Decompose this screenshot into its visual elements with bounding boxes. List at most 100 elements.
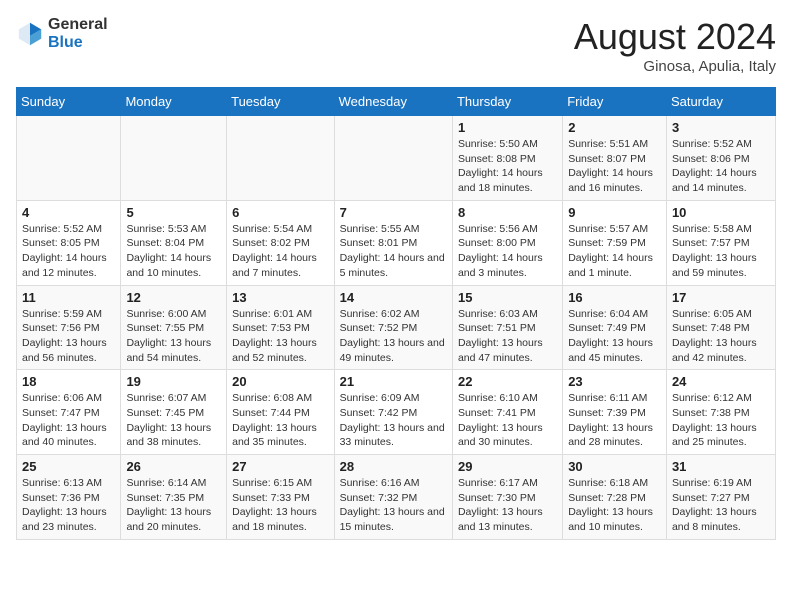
day-number: 27 xyxy=(232,459,328,474)
calendar-cell: 11Sunrise: 5:59 AM Sunset: 7:56 PM Dayli… xyxy=(17,285,121,370)
calendar-cell: 18 Sunrise: 6:06 AM Sunset: 7:47 PM Dayli… xyxy=(17,370,121,455)
logo-icon xyxy=(16,20,44,48)
day-info: Sunrise: 5:54 AM Sunset: 8:02 PM Dayligh… xyxy=(232,222,328,281)
calendar-cell: 3 Sunrise: 5:52 AM Sunset: 8:06 PM Daylig… xyxy=(666,116,775,201)
day-info: Sunrise: 5:51 AM Sunset: 8:07 PM Dayligh… xyxy=(568,137,661,196)
day-info: Sunrise: 6:12 AM Sunset: 7:38 PM Dayligh… xyxy=(672,391,770,450)
calendar-cell: 4 Sunrise: 5:52 AM Sunset: 8:05 PM Daylig… xyxy=(17,200,121,285)
calendar-cell: 28 Sunrise: 6:16 AM Sunset: 7:32 PM Dayli… xyxy=(334,455,452,540)
day-info: Sunrise: 6:01 AM Sunset: 7:53 PM Dayligh… xyxy=(232,307,328,366)
day-number: 6 xyxy=(232,205,328,220)
calendar-cell: 25Sunrise: 6:13 AM Sunset: 7:36 PM Dayli… xyxy=(17,455,121,540)
calendar-week-row: 4 Sunrise: 5:52 AM Sunset: 8:05 PM Daylig… xyxy=(17,200,776,285)
calendar-cell xyxy=(121,116,227,201)
day-number: 2 xyxy=(568,120,661,135)
day-info: Sunrise: 6:19 AM Sunset: 7:27 PM Dayligh… xyxy=(672,476,770,535)
weekday-header: Sunday xyxy=(17,88,121,116)
logo-blue-text: Blue xyxy=(48,34,108,52)
page-header: General Blue August 2024 Ginosa, Apulia,… xyxy=(16,16,776,75)
day-number: 1 xyxy=(458,120,557,135)
weekday-header: Saturday xyxy=(666,88,775,116)
calendar-cell: 12 Sunrise: 6:00 AM Sunset: 7:55 PM Dayli… xyxy=(121,285,227,370)
day-number: 10 xyxy=(672,205,770,220)
day-info: Sunrise: 5:52 AM Sunset: 8:05 PM Dayligh… xyxy=(22,222,115,281)
day-info: Sunrise: 6:07 AM Sunset: 7:45 PM Dayligh… xyxy=(126,391,221,450)
day-info: Sunrise: 6:15 AM Sunset: 7:33 PM Dayligh… xyxy=(232,476,328,535)
day-number: 18 xyxy=(22,374,115,389)
day-info: Sunrise: 6:11 AM Sunset: 7:39 PM Dayligh… xyxy=(568,391,661,450)
subtitle: Ginosa, Apulia, Italy xyxy=(574,58,776,75)
day-info: Sunrise: 6:04 AM Sunset: 7:49 PM Dayligh… xyxy=(568,307,661,366)
day-number: 21 xyxy=(340,374,447,389)
calendar-week-row: 25Sunrise: 6:13 AM Sunset: 7:36 PM Dayli… xyxy=(17,455,776,540)
title-block: August 2024 Ginosa, Apulia, Italy xyxy=(574,16,776,75)
calendar-cell: 20Sunrise: 6:08 AM Sunset: 7:44 PM Dayli… xyxy=(227,370,334,455)
day-number: 24 xyxy=(672,374,770,389)
day-number: 28 xyxy=(340,459,447,474)
weekday-header: Monday xyxy=(121,88,227,116)
day-number: 12 xyxy=(126,290,221,305)
calendar-cell: 5Sunrise: 5:53 AM Sunset: 8:04 PM Daylig… xyxy=(121,200,227,285)
day-info: Sunrise: 6:13 AM Sunset: 7:36 PM Dayligh… xyxy=(22,476,115,535)
day-number: 17 xyxy=(672,290,770,305)
weekday-header-row: SundayMondayTuesdayWednesdayThursdayFrid… xyxy=(17,88,776,116)
day-info: Sunrise: 6:10 AM Sunset: 7:41 PM Dayligh… xyxy=(458,391,557,450)
day-number: 13 xyxy=(232,290,328,305)
calendar-cell: 8 Sunrise: 5:56 AM Sunset: 8:00 PM Daylig… xyxy=(452,200,562,285)
day-number: 16 xyxy=(568,290,661,305)
day-number: 14 xyxy=(340,290,447,305)
day-info: Sunrise: 6:14 AM Sunset: 7:35 PM Dayligh… xyxy=(126,476,221,535)
day-number: 15 xyxy=(458,290,557,305)
calendar-cell: 14 Sunrise: 6:02 AM Sunset: 7:52 PM Dayli… xyxy=(334,285,452,370)
calendar-cell xyxy=(227,116,334,201)
calendar-cell: 27 Sunrise: 6:15 AM Sunset: 7:33 PM Dayli… xyxy=(227,455,334,540)
day-number: 26 xyxy=(126,459,221,474)
weekday-header: Wednesday xyxy=(334,88,452,116)
day-info: Sunrise: 6:00 AM Sunset: 7:55 PM Dayligh… xyxy=(126,307,221,366)
day-info: Sunrise: 5:52 AM Sunset: 8:06 PM Dayligh… xyxy=(672,137,770,196)
calendar-cell: 17 Sunrise: 6:05 AM Sunset: 7:48 PM Dayli… xyxy=(666,285,775,370)
day-info: Sunrise: 5:55 AM Sunset: 8:01 PM Dayligh… xyxy=(340,222,447,281)
calendar-cell: 1 Sunrise: 5:50 AM Sunset: 8:08 PM Daylig… xyxy=(452,116,562,201)
day-info: Sunrise: 5:58 AM Sunset: 7:57 PM Dayligh… xyxy=(672,222,770,281)
day-number: 4 xyxy=(22,205,115,220)
day-info: Sunrise: 6:02 AM Sunset: 7:52 PM Dayligh… xyxy=(340,307,447,366)
logo-text: General Blue xyxy=(48,16,108,51)
calendar-cell: 30 Sunrise: 6:18 AM Sunset: 7:28 PM Dayli… xyxy=(563,455,667,540)
logo-general-text: General xyxy=(48,16,108,34)
weekday-header: Thursday xyxy=(452,88,562,116)
calendar-cell xyxy=(17,116,121,201)
calendar-table: SundayMondayTuesdayWednesdayThursdayFrid… xyxy=(16,87,776,540)
calendar-cell: 7 Sunrise: 5:55 AM Sunset: 8:01 PM Daylig… xyxy=(334,200,452,285)
day-number: 3 xyxy=(672,120,770,135)
day-info: Sunrise: 6:05 AM Sunset: 7:48 PM Dayligh… xyxy=(672,307,770,366)
logo: General Blue xyxy=(16,16,108,51)
day-number: 20 xyxy=(232,374,328,389)
weekday-header: Friday xyxy=(563,88,667,116)
weekday-header: Tuesday xyxy=(227,88,334,116)
day-number: 29 xyxy=(458,459,557,474)
calendar-cell: 31Sunrise: 6:19 AM Sunset: 7:27 PM Dayli… xyxy=(666,455,775,540)
day-info: Sunrise: 6:06 AM Sunset: 7:47 PM Dayligh… xyxy=(22,391,115,450)
day-info: Sunrise: 6:03 AM Sunset: 7:51 PM Dayligh… xyxy=(458,307,557,366)
calendar-cell: 21Sunrise: 6:09 AM Sunset: 7:42 PM Dayli… xyxy=(334,370,452,455)
day-info: Sunrise: 5:59 AM Sunset: 7:56 PM Dayligh… xyxy=(22,307,115,366)
calendar-cell: 29 Sunrise: 6:17 AM Sunset: 7:30 PM Dayli… xyxy=(452,455,562,540)
calendar-week-row: 11Sunrise: 5:59 AM Sunset: 7:56 PM Dayli… xyxy=(17,285,776,370)
calendar-cell xyxy=(334,116,452,201)
day-info: Sunrise: 5:50 AM Sunset: 8:08 PM Dayligh… xyxy=(458,137,557,196)
day-info: Sunrise: 5:56 AM Sunset: 8:00 PM Dayligh… xyxy=(458,222,557,281)
main-title: August 2024 xyxy=(574,16,776,58)
day-number: 8 xyxy=(458,205,557,220)
day-number: 7 xyxy=(340,205,447,220)
day-info: Sunrise: 6:18 AM Sunset: 7:28 PM Dayligh… xyxy=(568,476,661,535)
calendar-cell: 22Sunrise: 6:10 AM Sunset: 7:41 PM Dayli… xyxy=(452,370,562,455)
calendar-week-row: 1 Sunrise: 5:50 AM Sunset: 8:08 PM Daylig… xyxy=(17,116,776,201)
day-info: Sunrise: 6:17 AM Sunset: 7:30 PM Dayligh… xyxy=(458,476,557,535)
calendar-cell: 16 Sunrise: 6:04 AM Sunset: 7:49 PM Dayli… xyxy=(563,285,667,370)
day-number: 30 xyxy=(568,459,661,474)
calendar-cell: 2 Sunrise: 5:51 AM Sunset: 8:07 PM Daylig… xyxy=(563,116,667,201)
day-info: Sunrise: 6:16 AM Sunset: 7:32 PM Dayligh… xyxy=(340,476,447,535)
calendar-cell: 10 Sunrise: 5:58 AM Sunset: 7:57 PM Dayli… xyxy=(666,200,775,285)
day-number: 9 xyxy=(568,205,661,220)
